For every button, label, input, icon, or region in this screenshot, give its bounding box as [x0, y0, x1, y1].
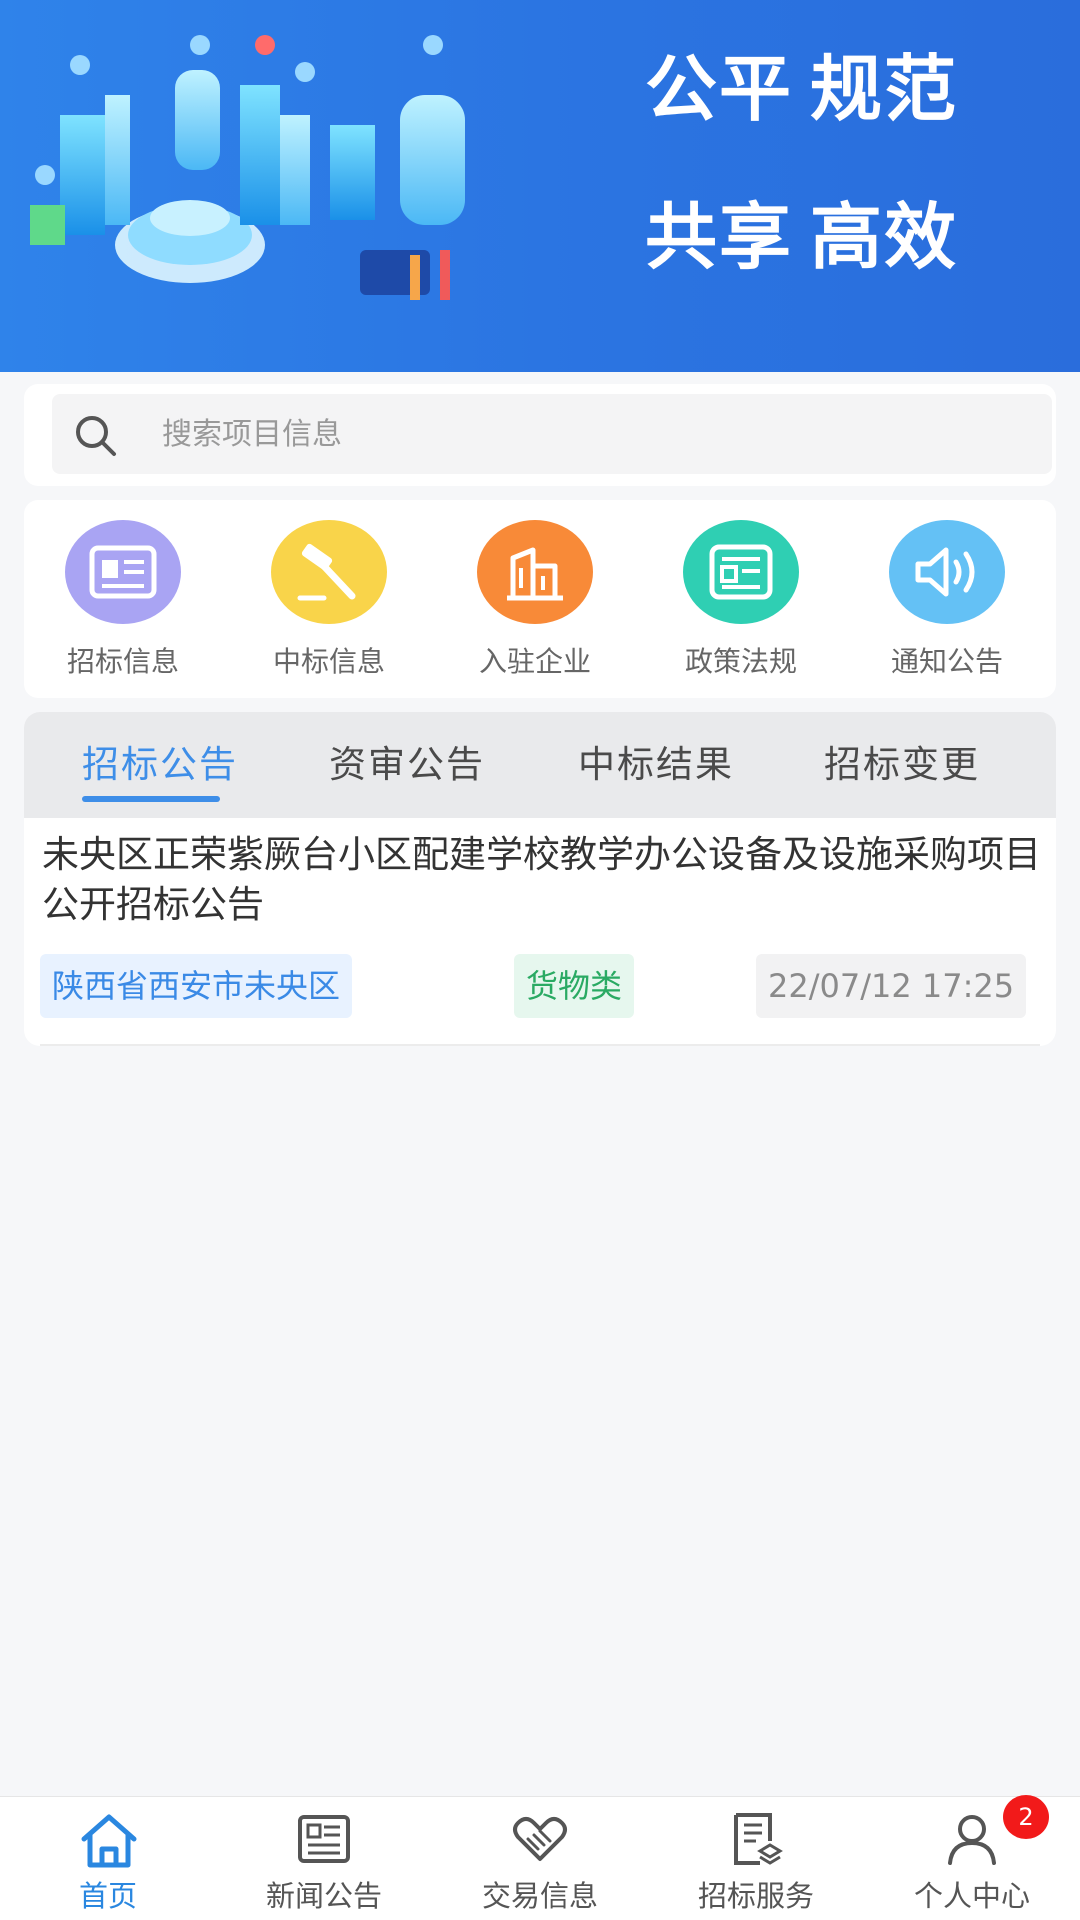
newspaper-icon — [65, 520, 181, 624]
tab-qualification-notice[interactable]: 资审公告 — [329, 734, 485, 788]
nav-home[interactable]: 首页 — [0, 1797, 216, 1920]
tab-bidding-changes[interactable]: 招标变更 — [824, 734, 980, 788]
notification-badge: 2 — [1003, 1795, 1049, 1839]
category-tag: 货物类 — [514, 954, 635, 1018]
active-tab-indicator — [82, 796, 220, 802]
tab-bidding-notice[interactable]: 招标公告 — [82, 734, 238, 788]
nav-news[interactable]: 新闻公告 — [216, 1797, 432, 1920]
slogan-share: 共享 — [645, 195, 794, 279]
tab-award-results[interactable]: 中标结果 — [578, 734, 734, 788]
search-icon — [76, 416, 116, 456]
search-container — [24, 384, 1056, 486]
slogan-standard: 规范 — [810, 47, 959, 131]
search-input[interactable] — [162, 408, 1022, 460]
news-icon — [298, 1815, 350, 1863]
gavel-icon — [271, 520, 387, 624]
handshake-icon — [513, 1817, 567, 1861]
divider — [40, 1044, 1040, 1046]
home-icon — [81, 1814, 137, 1868]
service-doc-icon — [734, 1813, 783, 1865]
user-icon — [948, 1815, 996, 1865]
slogan-efficient: 高效 — [810, 195, 959, 279]
quick-link-enterprises[interactable]: 入驻企业 — [450, 520, 620, 690]
date-tag: 22/07/12 17:25 — [756, 954, 1027, 1018]
quick-link-bidding-info[interactable]: 招标信息 — [38, 520, 208, 690]
document-icon — [683, 520, 799, 624]
announcements-card: 招标公告 资审公告 中标结果 招标变更 未央区正荣紫厥台小区配建学校教学办公设备… — [24, 712, 1056, 1046]
listing-title[interactable]: 未央区正荣紫厥台小区配建学校教学办公设备及设施采购项目公开招标公告 — [42, 830, 1042, 930]
hero-banner: 公平 规范 共享 高效 — [0, 0, 1080, 372]
speaker-icon — [889, 520, 1005, 624]
nav-trade[interactable]: 交易信息 — [432, 1797, 648, 1920]
city-illustration — [30, 35, 465, 300]
region-tag: 陕西省西安市未央区 — [40, 954, 353, 1018]
announcement-tabs: 招标公告 资审公告 中标结果 招标变更 — [24, 712, 1056, 818]
search-bar[interactable] — [52, 394, 1052, 474]
quick-links: 招标信息 中标信息 入驻企业 政策法规 通知公告 — [24, 500, 1056, 698]
nav-bidding-service[interactable]: 招标服务 — [648, 1797, 864, 1920]
quick-link-award-info[interactable]: 中标信息 — [244, 520, 414, 690]
slogan-fair: 公平 — [645, 47, 794, 131]
quick-link-policies[interactable]: 政策法规 — [656, 520, 826, 690]
building-icon — [477, 520, 593, 624]
quick-link-notices[interactable]: 通知公告 — [862, 520, 1032, 690]
bottom-nav: 首页 新闻公告 交易信息 招标服务 个人中心 — [0, 1796, 1080, 1920]
